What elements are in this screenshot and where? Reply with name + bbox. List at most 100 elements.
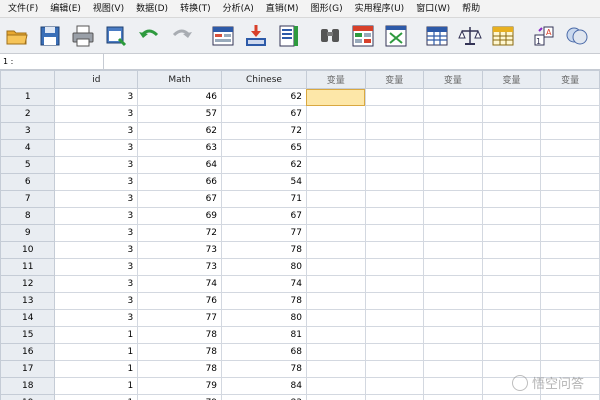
column-header-empty-variable[interactable]: 变量 [305,70,366,89]
cell-math[interactable]: 77 [137,309,223,327]
cell-empty[interactable] [481,224,542,242]
row-number[interactable]: 2 [0,105,56,123]
cell-math[interactable]: 73 [137,241,223,259]
cell-empty[interactable] [364,241,425,259]
cell-empty[interactable] [540,275,600,293]
cell-empty[interactable] [364,394,425,400]
cell-empty[interactable] [364,190,425,208]
cell-math[interactable]: 46 [137,88,223,106]
dialog-recall-icon[interactable] [103,23,129,49]
cell-chinese[interactable]: 62 [221,88,307,106]
cell-empty[interactable] [305,275,366,293]
cell-math[interactable]: 69 [137,207,223,225]
cell-empty[interactable] [364,207,425,225]
cell-empty[interactable] [481,394,542,400]
row-number[interactable]: 4 [0,139,56,157]
cell-empty[interactable] [423,207,483,225]
cell-id[interactable]: 3 [54,224,139,242]
row-number[interactable]: 10 [0,241,56,259]
cell-empty[interactable] [364,88,425,106]
cell-empty[interactable] [364,309,425,327]
cell-id[interactable]: 3 [54,139,139,157]
cell-chinese[interactable]: 81 [221,326,307,344]
cell-id[interactable]: 1 [54,343,139,361]
cell-id[interactable]: 3 [54,207,139,225]
menu-graphs[interactable]: 图形(G) [305,0,349,18]
cell-empty[interactable] [305,139,366,157]
cell-empty[interactable] [423,156,483,174]
cell-empty[interactable] [423,394,483,400]
goto-case-icon[interactable] [210,23,236,49]
cell-empty[interactable] [481,156,542,174]
cell-empty[interactable] [481,326,542,344]
cell-empty[interactable] [423,190,483,208]
cell-chinese[interactable]: 68 [221,343,307,361]
row-number[interactable]: 16 [0,343,56,361]
cell-id[interactable]: 3 [54,105,139,123]
cell-empty[interactable] [540,139,600,157]
cell-empty[interactable] [364,258,425,276]
cell-id[interactable]: 3 [54,241,139,259]
redo-icon[interactable] [169,23,195,49]
cell-empty[interactable] [481,105,542,123]
cell-chinese[interactable]: 78 [221,360,307,378]
cell-id[interactable]: 3 [54,275,139,293]
cell-value-editor[interactable] [104,54,600,70]
cell-id[interactable]: 1 [54,360,139,378]
cell-empty[interactable] [364,360,425,378]
column-header-empty-variable[interactable]: 变量 [364,70,425,89]
cell-id[interactable]: 3 [54,122,139,140]
cell-empty[interactable] [305,360,366,378]
cell-id[interactable]: 1 [54,377,139,395]
cell-empty[interactable] [305,343,366,361]
cell-empty[interactable] [481,88,542,106]
cell-empty[interactable] [540,207,600,225]
cell-empty[interactable] [305,377,366,395]
cell-chinese[interactable]: 78 [221,241,307,259]
value-labels-icon[interactable]: 1A [531,23,557,49]
cell-empty[interactable] [540,326,600,344]
cell-empty[interactable] [423,105,483,123]
cell-empty[interactable] [481,139,542,157]
menu-window[interactable]: 窗口(W) [410,0,456,18]
cell-empty[interactable] [540,122,600,140]
cell-empty[interactable] [305,122,366,140]
cell-math[interactable]: 73 [137,258,223,276]
cell-math[interactable]: 62 [137,122,223,140]
cell-chinese[interactable]: 84 [221,377,307,395]
cell-empty[interactable] [481,173,542,191]
menu-help[interactable]: 帮助 [456,0,486,18]
cell-math[interactable]: 72 [137,224,223,242]
cell-chinese[interactable]: 80 [221,258,307,276]
cell-empty[interactable] [305,190,366,208]
cell-empty[interactable] [540,343,600,361]
cell-empty[interactable] [423,343,483,361]
menu-transform[interactable]: 转换(T) [174,0,217,18]
cell-math[interactable]: 57 [137,105,223,123]
row-number[interactable]: 13 [0,292,56,310]
cell-empty[interactable] [364,377,425,395]
cell-id[interactable]: 3 [54,292,139,310]
row-number[interactable]: 5 [0,156,56,174]
cell-empty[interactable] [481,343,542,361]
cell-id[interactable]: 3 [54,88,139,106]
menu-edit[interactable]: 编辑(E) [44,0,87,18]
cell-empty[interactable] [481,292,542,310]
cell-math[interactable]: 78 [137,360,223,378]
row-number[interactable]: 3 [0,122,56,140]
row-number[interactable]: 14 [0,309,56,327]
cell-chinese[interactable]: 67 [221,105,307,123]
cell-empty[interactable] [423,224,483,242]
cell-chinese[interactable]: 83 [221,394,307,400]
cell-empty[interactable] [540,224,600,242]
cell-empty[interactable] [540,309,600,327]
cell-empty[interactable] [540,173,600,191]
cell-math[interactable]: 78 [137,343,223,361]
save-icon[interactable] [37,23,63,49]
cell-empty[interactable] [423,275,483,293]
menu-utilities[interactable]: 实用程序(U) [349,0,411,18]
cell-math[interactable]: 78 [137,326,223,344]
cell-empty[interactable] [305,258,366,276]
cell-empty[interactable] [423,241,483,259]
row-number[interactable]: 8 [0,207,56,225]
